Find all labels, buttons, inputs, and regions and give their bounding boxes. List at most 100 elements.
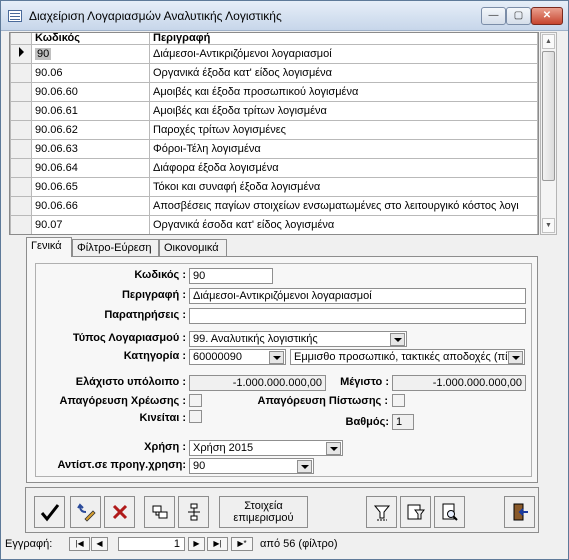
cell-code[interactable]: 90.06.61 xyxy=(31,100,150,121)
category-description-select[interactable]: Εμμισθο προσωπικό, τακτικές αποδοχές (πί xyxy=(290,349,525,365)
table-row[interactable]: 90.06.63 Φόροι-Τέλη λογισμένα xyxy=(10,138,538,159)
column-header-description[interactable]: Περιγραφή xyxy=(149,33,538,45)
table-row[interactable]: 90.06.60 Αμοιβές και έξοδα προσωπικού λογ… xyxy=(10,81,538,102)
title-bar: Διαχείριση Λογαριασμών Αναλυτικής Λογιστ… xyxy=(1,1,568,31)
chevron-down-icon[interactable] xyxy=(269,351,284,364)
exit-door-icon xyxy=(513,503,528,521)
table-row[interactable]: 90 Διάμεσοι-Αντικριζόμενοι λογαριασμοί xyxy=(10,43,538,64)
max-balance-field[interactable]: -1.000.000.000,00 xyxy=(392,375,526,391)
cell-description[interactable]: Τόκοι και συναφή έξοδα λογισμένα xyxy=(149,176,538,197)
undo-edit-button[interactable] xyxy=(70,496,101,528)
form-section: Κωδικός : 90 Περιγραφή : Διάμεσοι-Αντικρ… xyxy=(35,263,532,477)
scroll-thumb[interactable] xyxy=(542,51,555,181)
cell-description[interactable]: Οργανικά έξοδα κατ' είδος λογισμένα xyxy=(149,62,538,83)
exit-button[interactable] xyxy=(504,496,535,528)
debit-block-label: Απαγόρευση Χρέωσης : xyxy=(59,395,186,407)
general-tab-panel: Κωδικός : 90 Περιγραφή : Διάμεσοι-Αντικρ… xyxy=(26,256,538,483)
cell-description[interactable]: Αμοιβές και έξοδα προσωπικού λογισμένα xyxy=(149,81,538,102)
tab-financial[interactable]: Οικονομικά xyxy=(159,239,227,257)
copy-icon xyxy=(152,505,167,519)
notes-field[interactable] xyxy=(189,308,526,324)
filter-form-icon xyxy=(407,504,425,520)
moves-checkbox[interactable] xyxy=(189,410,202,423)
accounts-grid: Κωδικός Περιγραφή 90 Διάμεσοι-Αντικριζόμ… xyxy=(9,32,539,235)
copy-record-button[interactable] xyxy=(144,496,175,528)
print-preview-button[interactable] xyxy=(434,496,465,528)
degree-field[interactable]: 1 xyxy=(392,414,414,430)
tree-view-button[interactable] xyxy=(178,496,209,528)
minimize-button[interactable]: — xyxy=(481,7,506,25)
action-toolbar: Στοιχεία επιμερισμού xyxy=(25,487,539,533)
previous-year-label: Αντίστ.σε προηγ.χρηση: xyxy=(57,459,186,471)
grid-scrollbar[interactable]: ▲ ▼ xyxy=(540,32,557,235)
previous-year-select[interactable]: 90 xyxy=(189,458,314,474)
maximize-button[interactable]: ▢ xyxy=(506,7,531,25)
confirm-button[interactable] xyxy=(34,496,65,528)
current-record-field[interactable]: 1 xyxy=(118,537,185,551)
min-balance-field[interactable]: -1.000.000.000,00 xyxy=(189,375,326,391)
moves-label: Κινείται : xyxy=(139,412,186,424)
delete-button[interactable] xyxy=(104,496,135,528)
cell-description[interactable]: Παροχές τρίτων λογισμένες xyxy=(149,119,538,140)
chevron-down-icon[interactable] xyxy=(297,460,312,473)
table-row[interactable]: 90.06.62 Παροχές τρίτων λογισμένες xyxy=(10,119,538,140)
row-selector[interactable] xyxy=(10,157,32,178)
new-record-button[interactable]: ▶* xyxy=(231,537,253,551)
row-selector[interactable] xyxy=(10,138,32,159)
last-record-button[interactable]: ▶| xyxy=(207,537,228,551)
chevron-down-icon[interactable] xyxy=(508,351,523,364)
cell-code[interactable]: 90 xyxy=(31,43,150,64)
tab-general[interactable]: Γενικά xyxy=(26,237,72,257)
table-row[interactable]: 90.06.66 Αποσβέσεις παγίων στοιχείων ενσω… xyxy=(10,195,538,216)
cell-code[interactable]: 90.06 xyxy=(31,62,150,83)
credit-block-checkbox[interactable] xyxy=(392,394,405,407)
scroll-down-icon[interactable]: ▼ xyxy=(542,218,555,233)
cell-description[interactable]: Φόροι-Τέλη λογισμένα xyxy=(149,138,538,159)
filter-button[interactable] xyxy=(366,496,397,528)
cell-code[interactable]: 90.06.65 xyxy=(31,176,150,197)
notes-label: Παρατηρήσεις : xyxy=(104,309,186,321)
previous-record-button[interactable]: ◀ xyxy=(91,537,108,551)
table-row[interactable]: 90.06.64 Διάφορα έξοδα λογισμένα xyxy=(10,157,538,178)
cell-description[interactable]: Διάμεσοι-Αντικριζόμενοι λογαριασμοί xyxy=(149,43,538,64)
chevron-down-icon[interactable] xyxy=(390,333,405,346)
table-row[interactable]: 90.06 Οργανικά έξοδα κατ' είδος λογισμένα xyxy=(10,62,538,83)
column-header-code[interactable]: Κωδικός xyxy=(31,33,150,45)
table-row[interactable]: 90.06.61 Αμοιβές και έξοδα τρίτων λογισμέ… xyxy=(10,100,538,121)
row-selector[interactable] xyxy=(10,100,32,121)
description-field[interactable]: Διάμεσοι-Αντικριζόμενοι λογαριασμοί xyxy=(189,288,526,304)
cell-description[interactable]: Διάφορα έξοδα λογισμένα xyxy=(149,157,538,178)
row-selector[interactable] xyxy=(10,43,32,64)
first-record-button[interactable]: |◀ xyxy=(69,537,90,551)
filter-form-button[interactable] xyxy=(400,496,431,528)
debit-block-checkbox[interactable] xyxy=(189,394,202,407)
row-selector[interactable] xyxy=(10,176,32,197)
fiscal-year-select[interactable]: Χρήση 2015 xyxy=(189,440,343,456)
scroll-up-icon[interactable]: ▲ xyxy=(542,34,555,49)
cell-code[interactable]: 90.06.60 xyxy=(31,81,150,102)
tab-filter-search[interactable]: Φίλτρο-Εύρεση xyxy=(72,239,159,257)
cell-code[interactable]: 90.06.63 xyxy=(31,138,150,159)
cell-description[interactable]: Αμοιβές και έξοδα τρίτων λογισμένα xyxy=(149,100,538,121)
category-code-select[interactable]: 60000090 xyxy=(189,349,286,365)
row-selector[interactable] xyxy=(10,62,32,83)
close-button[interactable]: ✕ xyxy=(531,7,563,25)
allocation-details-button[interactable]: Στοιχεία επιμερισμού xyxy=(219,496,308,528)
chevron-down-icon[interactable] xyxy=(326,442,341,455)
cell-code[interactable]: 90.06.66 xyxy=(31,195,150,216)
table-row[interactable]: 90.07 Οργανικά έσοδα κατ' είδος λογισμένα xyxy=(10,214,538,234)
row-selector[interactable] xyxy=(10,214,32,234)
account-type-select[interactable]: 99. Αναλυτικής λογιστικής xyxy=(189,331,407,347)
cell-code[interactable]: 90.06.62 xyxy=(31,119,150,140)
next-record-button[interactable]: ▶ xyxy=(188,537,205,551)
cell-code[interactable]: 90.07 xyxy=(31,214,150,234)
cell-description[interactable]: Οργανικά έσοδα κατ' είδος λογισμένα xyxy=(149,214,538,234)
cell-description[interactable]: Αποσβέσεις παγίων στοιχείων ενσωματωμένε… xyxy=(149,195,538,216)
row-selector[interactable] xyxy=(10,195,32,216)
table-row[interactable]: 90.06.65 Τόκοι και συναφή έξοδα λογισμένα xyxy=(10,176,538,197)
code-field[interactable]: 90 xyxy=(189,268,273,284)
cell-code[interactable]: 90.06.64 xyxy=(31,157,150,178)
row-selector[interactable] xyxy=(10,119,32,140)
row-selector[interactable] xyxy=(10,81,32,102)
tree-icon xyxy=(187,503,200,521)
